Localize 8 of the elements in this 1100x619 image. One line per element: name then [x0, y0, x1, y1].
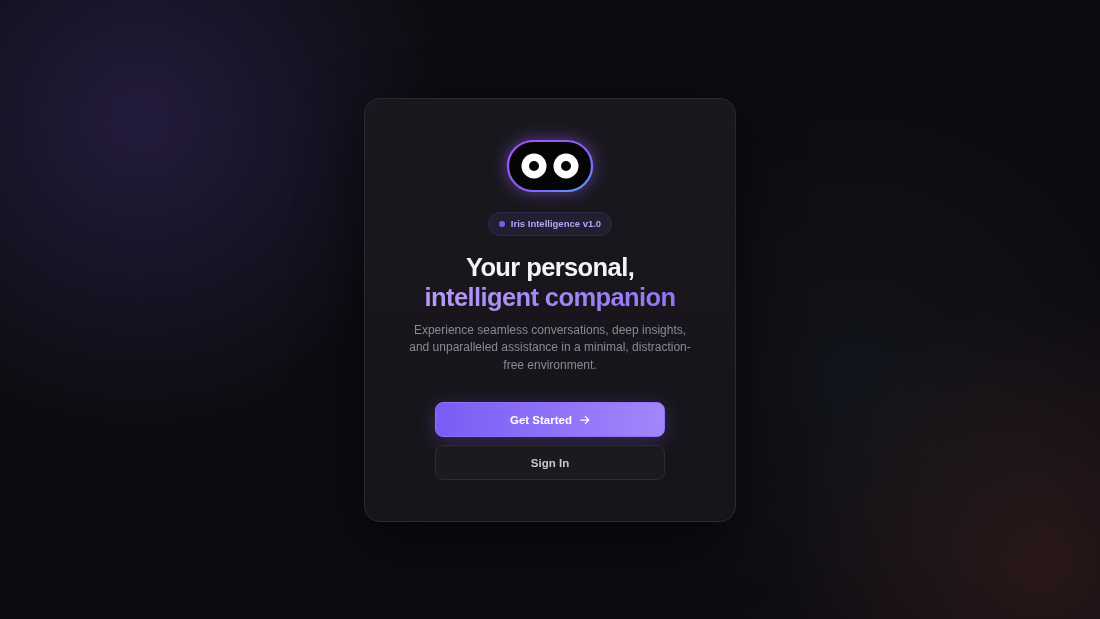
description-text: Experience seamless conversations, deep insights, and unparalleled assistance in a minimal, distraction-free environment.	[408, 321, 692, 374]
status-dot-icon	[498, 220, 505, 227]
get-started-button[interactable]: Get Started	[435, 402, 665, 437]
badge-label: Iris Intelligence v1.0	[510, 218, 602, 229]
face-logo-icon	[505, 137, 595, 194]
sign-in-button[interactable]: Sign In	[435, 445, 665, 480]
heading-line: Your personal,	[465, 251, 635, 282]
arrow-right-icon	[580, 414, 590, 425]
